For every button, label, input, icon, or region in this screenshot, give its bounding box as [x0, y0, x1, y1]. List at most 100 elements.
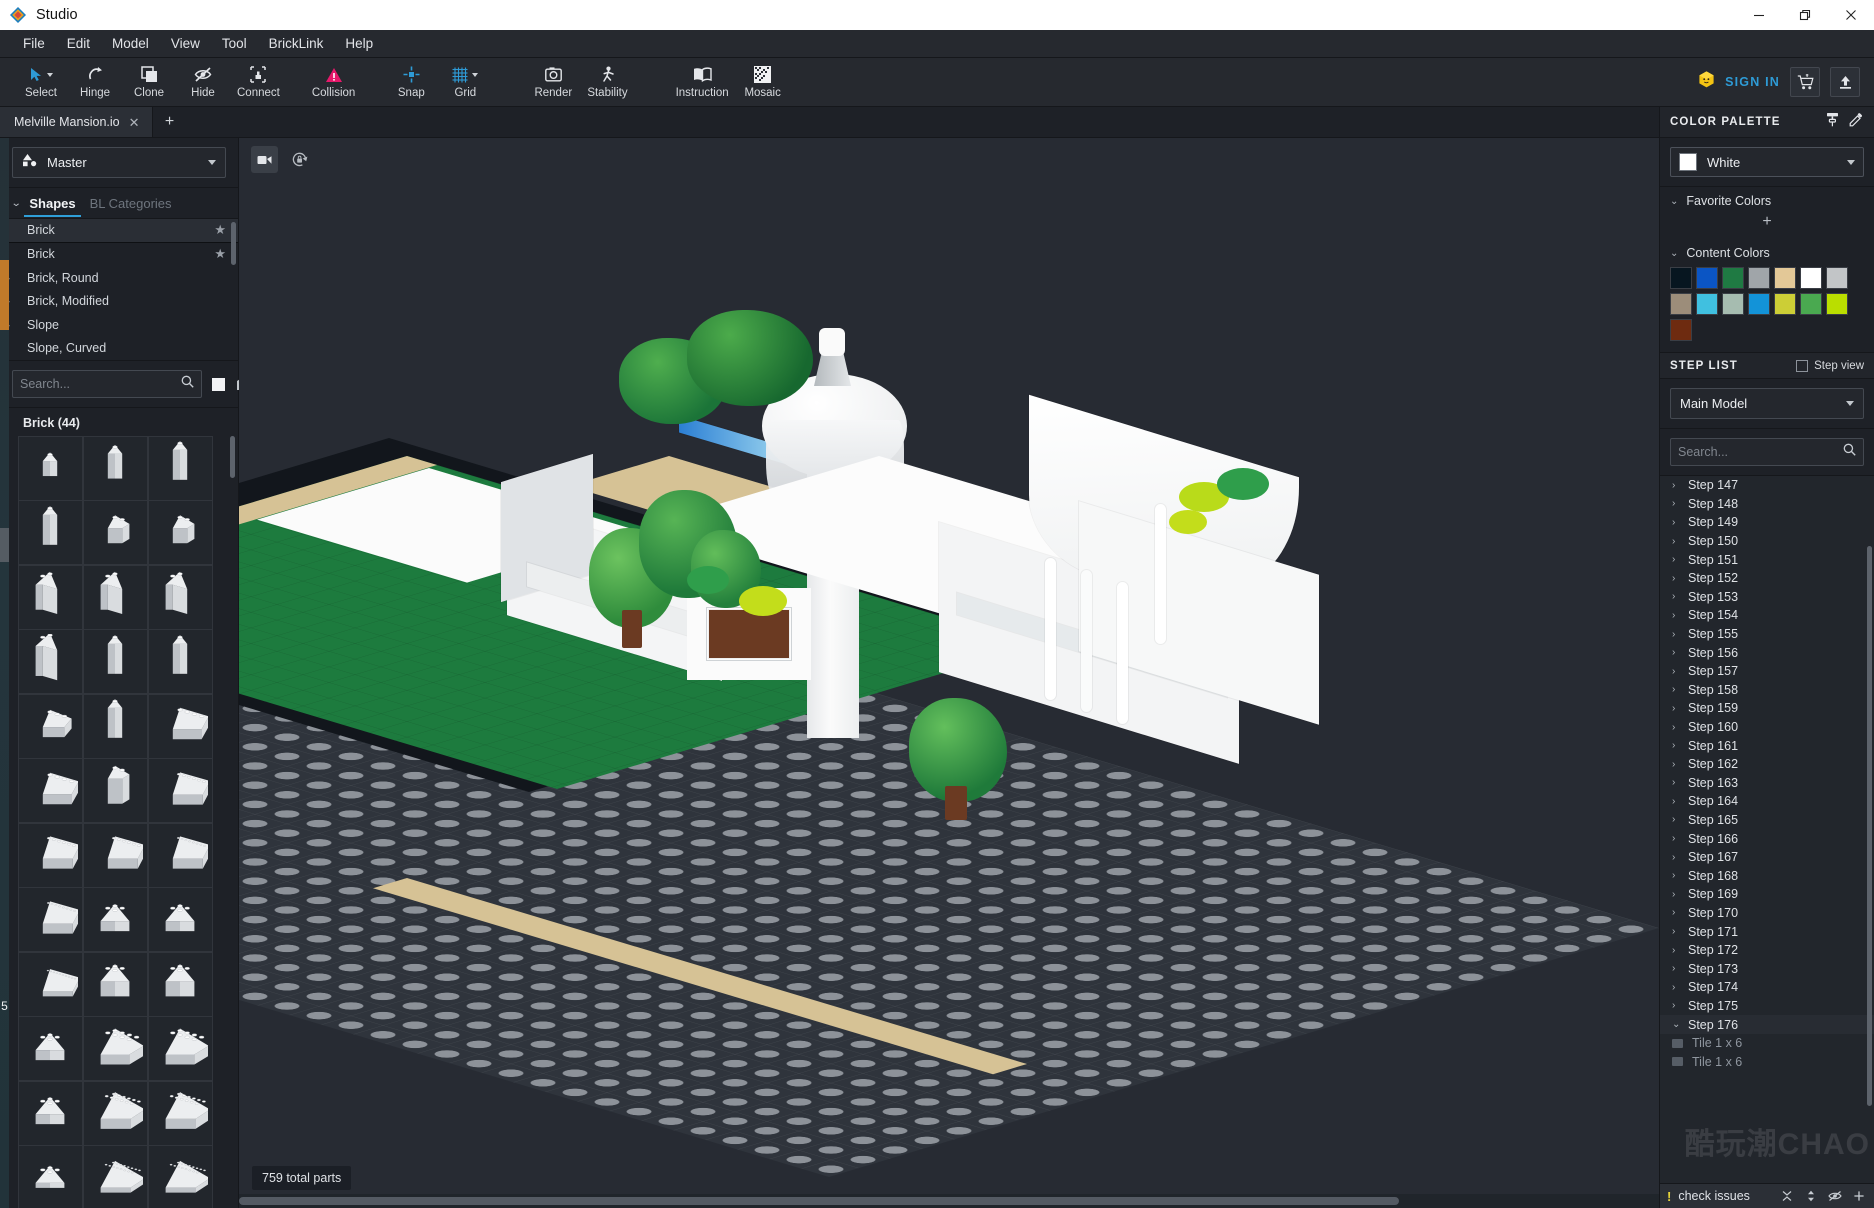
menu-bricklink[interactable]: BrickLink	[258, 32, 335, 55]
part-thumbnail[interactable]	[17, 500, 83, 565]
eyedropper-icon[interactable]	[1849, 112, 1864, 132]
step-row[interactable]: › Step 159	[1660, 699, 1874, 718]
favorite-colors-header[interactable]: ⌄ Favorite Colors	[1660, 187, 1874, 213]
chevron-right-icon[interactable]: ›	[1672, 703, 1680, 714]
part-thumbnail[interactable]	[82, 822, 148, 888]
color-swatch-10[interactable]	[1748, 293, 1770, 315]
tool-grid[interactable]: Grid	[438, 58, 492, 107]
category-row-slope-curved[interactable]: Slope, Curved	[0, 337, 238, 361]
chevron-right-icon[interactable]: ›	[1672, 684, 1680, 695]
tab-bl-categories[interactable]: BL Categories	[85, 189, 177, 217]
part-thumbnail[interactable]	[147, 500, 213, 565]
chevron-down-icon[interactable]: ⌄	[1672, 1019, 1680, 1030]
part-thumbnail[interactable]	[82, 758, 148, 823]
part-thumbnail[interactable]	[147, 1145, 213, 1208]
lock-rotate-icon[interactable]	[286, 146, 313, 173]
part-thumbnail[interactable]	[82, 500, 148, 565]
tool-render[interactable]: Render	[526, 58, 580, 107]
color-swatch-13[interactable]	[1826, 293, 1848, 315]
chevron-right-icon[interactable]: ›	[1672, 870, 1680, 881]
search-input-wrap[interactable]	[12, 370, 202, 398]
color-swatch-2[interactable]	[1722, 267, 1744, 289]
chevron-right-icon[interactable]: ›	[1672, 833, 1680, 844]
color-swatch-14[interactable]	[1670, 319, 1692, 341]
color-swatch-11[interactable]	[1774, 293, 1796, 315]
new-tab-button[interactable]: +	[153, 107, 187, 137]
menu-edit[interactable]: Edit	[56, 32, 101, 55]
category-scrollbar[interactable]	[231, 222, 236, 265]
chevron-right-icon[interactable]: ›	[1672, 907, 1680, 918]
tool-mosaic[interactable]: Mosaic	[736, 58, 790, 107]
step-row[interactable]: › Step 158	[1660, 681, 1874, 700]
add-favorite-color-button[interactable]: +	[1660, 213, 1874, 239]
part-thumbnail[interactable]	[17, 629, 83, 694]
chevron-right-icon[interactable]: ›	[1672, 926, 1680, 937]
category-row-slope[interactable]: › Slope	[0, 313, 238, 337]
part-thumbnail[interactable]	[82, 887, 148, 952]
step-row[interactable]: › Step 164	[1660, 792, 1874, 811]
part-thumbnail[interactable]	[147, 822, 213, 888]
part-thumbnail[interactable]	[147, 629, 213, 694]
model-viewport[interactable]: 759 total parts	[239, 138, 1659, 1208]
category-row-brick-modified[interactable]: › Brick, Modified	[0, 290, 238, 314]
chevron-right-icon[interactable]: ›	[1672, 517, 1680, 528]
chevron-right-icon[interactable]: ›	[1672, 777, 1680, 788]
content-colors-header[interactable]: ⌄ Content Colors	[1660, 239, 1874, 265]
part-thumbnail[interactable]	[147, 758, 213, 823]
tool-clone[interactable]: Clone	[122, 58, 176, 107]
menu-model[interactable]: Model	[101, 32, 160, 55]
window-close-button[interactable]	[1828, 0, 1874, 30]
part-thumbnail[interactable]	[82, 1016, 148, 1081]
chevron-right-icon[interactable]: ›	[1672, 610, 1680, 621]
chevron-right-icon[interactable]: ›	[1672, 498, 1680, 509]
part-thumbnail[interactable]	[17, 1016, 83, 1081]
color-swatch-0[interactable]	[1670, 267, 1692, 289]
step-part-row[interactable]: Tile 1 x 6	[1660, 1034, 1874, 1053]
step-row[interactable]: › Step 169	[1660, 885, 1874, 904]
star-icon[interactable]: ★	[214, 246, 226, 262]
step-row[interactable]: › Step 174	[1660, 978, 1874, 997]
part-thumbnail[interactable]	[82, 951, 148, 1017]
close-icon[interactable]: ✕	[129, 116, 140, 129]
category-row-brick-2[interactable]: Brick ★	[0, 243, 238, 267]
search-input[interactable]	[20, 377, 181, 391]
part-thumbnail[interactable]	[17, 564, 83, 630]
chevron-right-icon[interactable]: ›	[1672, 554, 1680, 565]
step-row[interactable]: › Step 153	[1660, 588, 1874, 607]
color-dropdown[interactable]: White	[1670, 147, 1864, 177]
view-large-icon[interactable]	[211, 374, 226, 394]
tool-hide[interactable]: Hide	[176, 58, 230, 107]
part-thumbnail[interactable]	[147, 951, 213, 1017]
tool-connect[interactable]: Connect	[230, 58, 287, 107]
star-icon[interactable]: ★	[214, 222, 226, 238]
chevron-right-icon[interactable]: ›	[1672, 1000, 1680, 1011]
chevron-right-icon[interactable]: ›	[1672, 982, 1680, 993]
part-thumbnail[interactable]	[147, 887, 213, 952]
step-row[interactable]: › Step 167	[1660, 848, 1874, 867]
step-row[interactable]: › Step 166	[1660, 829, 1874, 848]
search-icon[interactable]	[181, 375, 194, 393]
content-colors-grid[interactable]	[1660, 265, 1874, 352]
color-swatch-12[interactable]	[1800, 293, 1822, 315]
part-thumbnail[interactable]	[147, 564, 213, 630]
step-row[interactable]: › Step 157	[1660, 662, 1874, 681]
check-issues-label[interactable]: check issues	[1678, 1189, 1771, 1203]
part-thumbnail[interactable]	[147, 1080, 213, 1146]
sort-icon[interactable]	[1802, 1190, 1819, 1202]
master-dropdown[interactable]: Master	[12, 147, 226, 178]
chevron-right-icon[interactable]: ›	[1672, 666, 1680, 677]
part-thumbnail[interactable]	[17, 435, 83, 501]
color-swatch-4[interactable]	[1774, 267, 1796, 289]
part-thumbnail[interactable]	[17, 1080, 83, 1146]
menu-file[interactable]: File	[12, 32, 56, 55]
tab-shapes[interactable]: Shapes	[24, 189, 81, 217]
color-swatch-7[interactable]	[1670, 293, 1692, 315]
step-row[interactable]: › Step 175	[1660, 997, 1874, 1016]
step-row[interactable]: › Step 150	[1660, 532, 1874, 551]
color-swatch-6[interactable]	[1826, 267, 1848, 289]
chevron-right-icon[interactable]: ›	[1672, 814, 1680, 825]
chevron-right-icon[interactable]: ›	[1672, 647, 1680, 658]
step-row[interactable]: › Step 149	[1660, 513, 1874, 532]
chevron-right-icon[interactable]: ›	[1672, 963, 1680, 974]
scrollbar-thumb[interactable]	[239, 1197, 1399, 1205]
